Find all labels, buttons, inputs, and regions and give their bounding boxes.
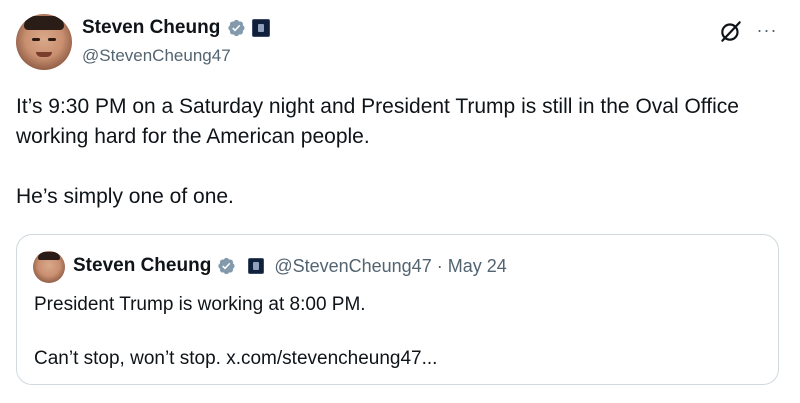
affiliation-badge-icon[interactable] bbox=[252, 19, 271, 37]
tweet-text-line-1: It’s 9:30 PM on a Saturday night and Pre… bbox=[16, 95, 739, 148]
verified-badge-icon[interactable] bbox=[226, 18, 246, 38]
quoted-avatar[interactable] bbox=[33, 251, 65, 283]
quoted-tweet[interactable]: Steven Cheung @StevenCheung47 · May 24 P… bbox=[16, 234, 779, 385]
more-icon[interactable]: ··· bbox=[755, 20, 779, 40]
quoted-text-line-1: President Trump is working at 8:00 PM. bbox=[34, 294, 366, 315]
tweet-text-line-2: He’s simply one of one. bbox=[16, 185, 234, 208]
author-name-row: Steven Cheung bbox=[82, 16, 271, 40]
grok-icon[interactable] bbox=[718, 18, 744, 44]
quoted-text: President Trump is working at 8:00 PM. C… bbox=[34, 291, 764, 373]
avatar-mouth bbox=[36, 52, 52, 57]
quoted-avatar-hair bbox=[38, 252, 60, 260]
tweet-card[interactable]: Steven Cheung @StevenCheung47 ··· It’s 9… bbox=[0, 0, 800, 403]
author-display-name[interactable]: Steven Cheung bbox=[82, 17, 220, 39]
quoted-date[interactable]: May 24 bbox=[448, 256, 507, 277]
avatar-hair bbox=[24, 16, 64, 30]
quoted-display-name[interactable]: Steven Cheung bbox=[73, 255, 211, 277]
tweet-text: It’s 9:30 PM on a Saturday night and Pre… bbox=[16, 92, 786, 212]
quoted-handle[interactable]: @StevenCheung47 bbox=[274, 256, 431, 277]
quoted-header: Steven Cheung @StevenCheung47 · May 24 bbox=[73, 254, 507, 278]
avatar-eye-left bbox=[32, 38, 40, 41]
quoted-verified-badge-icon bbox=[218, 257, 235, 275]
quoted-separator: · bbox=[436, 255, 443, 276]
author-handle[interactable]: @StevenCheung47 bbox=[82, 46, 270, 66]
quoted-affiliation-badge-icon bbox=[248, 258, 265, 274]
author-block: Steven Cheung @StevenCheung47 bbox=[82, 16, 271, 66]
quoted-text-line-2: Can’t stop, won’t stop. x.com/stevencheu… bbox=[34, 348, 438, 369]
avatar[interactable] bbox=[16, 14, 72, 70]
avatar-eye-right bbox=[48, 38, 56, 41]
